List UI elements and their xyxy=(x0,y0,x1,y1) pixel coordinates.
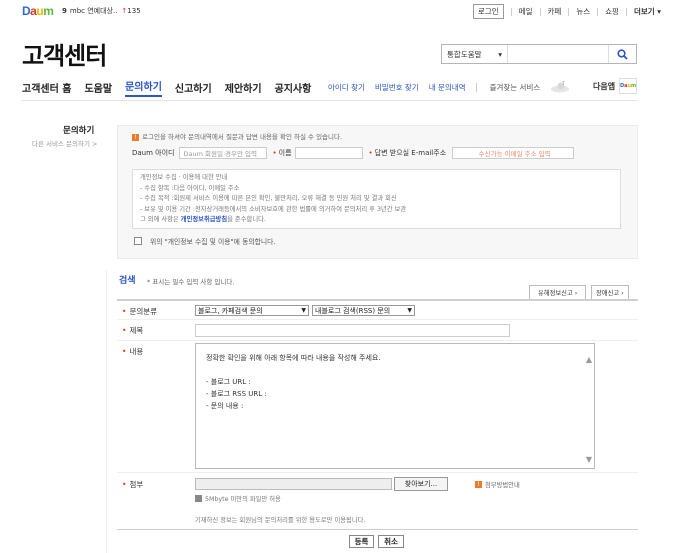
privacy-agree: 위의 "개인정보 수집 및 이용"에 동의합니다. xyxy=(134,236,276,246)
contact-row: Daum 아이디 Daum 회원일 경우만 입력 • 이름 • 답변 받으실 E… xyxy=(132,147,575,159)
nav-report[interactable]: 신고하기 xyxy=(175,80,212,95)
attach-label: • 첨부 xyxy=(122,480,144,489)
nav-home[interactable]: 고객센터 홈 xyxy=(22,80,71,95)
privacy-policy-link[interactable]: 개인정보취급방침 xyxy=(181,216,227,223)
main-nav: 고객센터 홈 도움말 문의하기 신고하기 제안하기 공지사항 xyxy=(22,78,324,97)
search-input[interactable] xyxy=(508,45,608,63)
rank-keyword[interactable]: mbc 연예대상.. xyxy=(70,7,118,15)
daum-id-input[interactable]: Daum 회원일 경우만 입력 xyxy=(179,147,268,159)
daum-app[interactable]: 다음앱 Daum xyxy=(593,78,638,94)
submit-button[interactable]: 등록 xyxy=(349,535,374,548)
menu-shopping[interactable]: 쇼핑 xyxy=(605,6,619,17)
search-icon xyxy=(617,48,628,60)
purpose-note: 기재하신 정보는 회원님의 문의처리를 위한 용도로만 이용됩니다. xyxy=(195,517,366,524)
name-label: 이름 xyxy=(278,149,292,157)
scroll-up-icon[interactable]: ▲ xyxy=(586,354,592,366)
subject-input[interactable] xyxy=(195,324,510,337)
required-note: * 표시는 필수 입력 사항 입니다. xyxy=(147,278,235,286)
email-input[interactable]: 수신가능 이메일 주소 입력 xyxy=(452,147,575,159)
content-textarea[interactable]: 정확한 확인을 위해 아래 항목에 따라 내용을 작성해 주세요. - 블로그 … xyxy=(195,343,595,469)
nav-help[interactable]: 도움말 xyxy=(84,80,112,95)
favorite-services[interactable]: 즐겨찾는 서비스 xyxy=(490,82,541,93)
harmful-report-button[interactable]: 유해정보신고 › xyxy=(529,285,587,300)
email-label: 답변 받으실 E-mail주소 xyxy=(374,149,447,157)
rank-number: 9 xyxy=(62,7,67,15)
name-input[interactable] xyxy=(294,147,363,159)
caret-down-icon: ▾ xyxy=(498,49,502,59)
login-button[interactable]: 로그인 xyxy=(473,4,504,19)
content-label: • 내용 xyxy=(122,347,144,356)
search-button[interactable] xyxy=(608,45,636,63)
category-select-2[interactable]: 내블로그 검색(RSS) 문의 ▼ xyxy=(312,305,415,316)
sidebar-title: 문의하기 xyxy=(63,126,95,136)
rank-change: 135 xyxy=(127,7,141,15)
nav-inquiry[interactable]: 문의하기 xyxy=(125,78,162,97)
top-menu: 로그인 메일 카페 뉴스 쇼핑 더보기 ▾ xyxy=(473,4,661,19)
exclamation-icon: ! xyxy=(132,133,139,141)
error-report-button[interactable]: 장애신고 › xyxy=(591,285,629,300)
find-password-link[interactable]: 비밀번호 찾기 xyxy=(375,82,419,93)
daum-id-label: Daum 아이디 xyxy=(132,149,175,157)
find-id-link[interactable]: 아이디 찾기 xyxy=(328,82,365,93)
file-size-note: 5Mbyte 미만의 파일만 허용 xyxy=(195,494,281,503)
daum-logo[interactable]: Daum xyxy=(22,4,54,18)
svg-text:?: ? xyxy=(562,81,565,87)
realtime-rank[interactable]: 9 mbc 연예대상.. ↑135 xyxy=(62,6,141,16)
caret-down-icon: ▼ xyxy=(407,307,412,314)
file-path-field[interactable] xyxy=(195,478,392,490)
agree-checkbox[interactable] xyxy=(134,237,142,245)
daum-app-icon: Daum xyxy=(619,78,638,94)
other-service-link[interactable]: 다른 서비스 문의하기 > xyxy=(32,138,97,148)
cancel-button[interactable]: 취소 xyxy=(378,535,404,548)
my-inquiries-link[interactable]: 내 문의내역 xyxy=(429,82,466,93)
category-select-1[interactable]: 블로그, 카페검색 문의 ▼ xyxy=(195,305,309,316)
form-title: 검색 xyxy=(119,276,136,286)
caret-down-icon: ▼ xyxy=(301,307,306,314)
page-title: 고객센터 xyxy=(22,42,107,70)
subject-label: • 제목 xyxy=(122,326,144,335)
category-label: • 문의분류 xyxy=(122,307,158,316)
caret-down-icon: ▾ xyxy=(657,7,662,16)
privacy-notice: 개인정보 수집 · 이용에 대한 안내 - 수집 항목 :다음 아이디, 이메일… xyxy=(132,169,621,229)
chevron-right-icon: › xyxy=(621,290,624,297)
cloud-icon: ? xyxy=(551,81,570,93)
menu-cafe[interactable]: 카페 xyxy=(548,6,562,17)
sub-nav: 아이디 찾기 비밀번호 찾기 내 문의내역 즐겨찾는 서비스 ? xyxy=(328,81,570,93)
chevron-right-icon: › xyxy=(574,290,578,297)
browse-button[interactable]: 찾아보기... xyxy=(394,477,448,491)
scroll-down-icon[interactable]: ▼ xyxy=(586,454,592,466)
login-notice: ! 로그인을 하셔야 문의내역에서 질문과 답변 내용을 확인 하실 수 있습니다… xyxy=(132,131,342,141)
menu-news[interactable]: 뉴스 xyxy=(576,6,590,17)
nav-suggest[interactable]: 제안하기 xyxy=(225,80,262,95)
more-menu[interactable]: 더보기 ▾ xyxy=(634,6,661,17)
nav-notice[interactable]: 공지사항 xyxy=(275,80,312,95)
exclamation-icon: ! xyxy=(475,481,482,488)
attach-guide-link[interactable]: ! 첨부방법안내 xyxy=(475,480,520,489)
info-icon xyxy=(195,495,202,502)
menu-mail[interactable]: 메일 xyxy=(519,6,533,17)
search-box: 통합도움말 ▾ xyxy=(441,44,637,64)
search-scope-select[interactable]: 통합도움말 ▾ xyxy=(442,45,508,63)
